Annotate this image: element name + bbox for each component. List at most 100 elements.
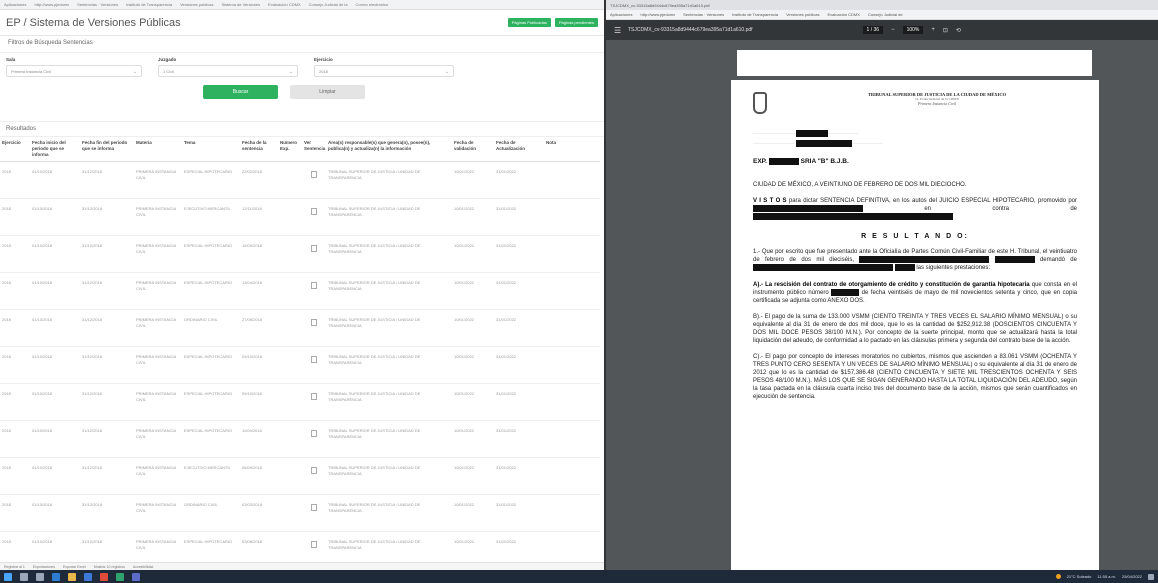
column-header[interactable]: Numero Exp. [278, 137, 302, 162]
document-icon[interactable] [311, 208, 317, 215]
word-icon[interactable] [84, 572, 92, 581]
document-icon[interactable] [311, 245, 317, 252]
bookmark-item[interactable]: Correo electrónico [356, 2, 389, 7]
search-button[interactable]: Buscar [203, 85, 278, 99]
status-item[interactable]: Mostrar 10 registros [94, 565, 125, 569]
column-header[interactable]: Fecha inicio del periodo que se informa [30, 137, 80, 162]
table-cell: 2018 [0, 457, 30, 495]
table-cell: 13/04/2018 [240, 272, 278, 310]
excel-icon[interactable] [116, 572, 124, 581]
table-cell: 2018 [0, 309, 30, 347]
document-icon[interactable] [311, 393, 317, 400]
bookmark-item[interactable]: Aplicaciones [610, 12, 632, 17]
column-header[interactable]: Nota [544, 137, 600, 162]
exp-suffix: SRIA "B" B.J.B. [800, 158, 849, 166]
bookmark-item[interactable]: Versiones publicas [786, 12, 819, 17]
table-cell [278, 161, 302, 199]
table-cell [544, 346, 600, 384]
column-header[interactable]: Fecha de validación [452, 137, 494, 162]
table-cell: 31/01/2022 [494, 161, 544, 199]
document-icon[interactable] [311, 467, 317, 474]
published-pages-button[interactable]: Páginas Publicadas [507, 18, 551, 27]
document-icon[interactable] [311, 356, 317, 363]
juzgado-select[interactable]: 1 Civil ⌄ [158, 65, 298, 77]
table-cell: 10/01/2022 [452, 309, 494, 347]
bookmark-item[interactable]: http://www.pjedomx [34, 2, 69, 7]
bookmark-item[interactable]: Instituto de Transparencia [126, 2, 172, 7]
column-header[interactable]: Fecha de Actualización [494, 137, 544, 162]
column-header[interactable]: Área(s) responsable(s) que genera(n), po… [326, 137, 452, 162]
status-item[interactable]: Registrar al 1 [4, 565, 25, 569]
table-cell: PRIMERA INSTANCIA CIVIL [134, 346, 182, 384]
document-icon[interactable] [311, 171, 317, 178]
filter-ejercicio: Ejercicio 2018 ⌄ [314, 57, 454, 77]
redaction [994, 256, 1035, 264]
file-explorer-icon[interactable] [68, 572, 76, 581]
menu-icon[interactable]: ☰ [614, 26, 628, 35]
teams-icon[interactable] [132, 572, 140, 581]
document-icon[interactable] [311, 319, 317, 326]
table-cell: 01/10/2018 [30, 383, 80, 421]
bookmark-item[interactable]: Sentencias · Versiones [77, 2, 118, 7]
table-row: 2018 01/10/2018 31/12/2018 PRIMERA INSTANCI… [0, 235, 600, 273]
bookmark-item[interactable]: Aplicaciones [4, 2, 26, 7]
zoom-in-icon[interactable]: + [931, 27, 935, 33]
fit-page-icon[interactable]: ⊡ [943, 27, 948, 34]
column-header[interactable]: Ver Sentencia [302, 137, 326, 162]
status-item[interactable]: Exportaciones [33, 565, 55, 569]
search-icon[interactable] [20, 572, 28, 581]
task-view-icon[interactable] [36, 572, 44, 581]
document-icon[interactable] [311, 504, 317, 511]
table-row: 2018 01/10/2018 31/12/2018 PRIMERA INSTANCI… [0, 161, 600, 199]
table-cell: 01/10/2018 [30, 420, 80, 458]
filter-row: Sala Primera Instancia Civil ⌄ Juzgado 1… [0, 53, 604, 77]
rotate-icon[interactable]: ⟲ [956, 27, 961, 34]
bookmark-item[interactable]: Sentencias · Versiones [683, 12, 724, 17]
document-icon[interactable] [311, 430, 317, 437]
column-header[interactable]: Ejercicio [0, 137, 30, 162]
column-header[interactable]: Materia [134, 137, 182, 162]
page-indicator[interactable]: 1 / 36 [862, 26, 884, 34]
table-cell: 2018 [0, 161, 30, 199]
view-sentence-cell [302, 161, 326, 199]
table-cell: 10/01/2022 [452, 235, 494, 273]
zoom-out-icon[interactable]: − [891, 27, 895, 33]
bookmark-item[interactable]: http://www.pjedomx [640, 12, 675, 17]
sala-select[interactable]: Primera Instancia Civil ⌄ [6, 65, 142, 77]
bookmark-item[interactable]: Evaluación CDMX [268, 2, 300, 7]
redaction [859, 256, 990, 264]
table-cell [544, 457, 600, 495]
clock-time[interactable]: 11:55 a.m. [1097, 574, 1116, 579]
table-cell: 31/12/2018 [80, 309, 134, 347]
edge-icon[interactable] [52, 572, 60, 581]
bookmark-item[interactable]: Sistema de Versiones [221, 2, 260, 7]
tab-pdf[interactable]: TSJCDMX_cv-93315a8d9444c679ea395a71d1a61… [610, 3, 710, 8]
column-header[interactable]: Fecha de la sentencia [240, 137, 278, 162]
view-sentence-cell [302, 272, 326, 310]
bookmark-item[interactable]: Evaluación CDMX [827, 12, 859, 17]
clock-date[interactable]: 25/04/2022 [1122, 574, 1142, 579]
table-cell: 10/01/2022 [452, 272, 494, 310]
chevron-down-icon: ⌄ [132, 69, 137, 75]
status-item[interactable]: Accesibilidad [133, 565, 153, 569]
table-cell: 01/10/2018 [30, 272, 80, 310]
zoom-level[interactable]: 100% [902, 26, 924, 34]
bookmark-item[interactable]: Consejo Judicial de [868, 12, 903, 17]
bookmark-item[interactable]: Versiones publicas [180, 2, 213, 7]
column-header[interactable]: Fecha fin del periodo que se informa [80, 137, 134, 162]
bookmark-item[interactable]: Consejo Judicial de la [309, 2, 348, 7]
bookmark-item[interactable]: Instituto de Transparencia [732, 12, 778, 17]
column-header[interactable]: Tema [182, 137, 240, 162]
table-cell [278, 383, 302, 421]
clear-button[interactable]: Limpiar [290, 85, 365, 99]
document-icon[interactable] [311, 282, 317, 289]
ejercicio-select[interactable]: 2018 ⌄ [314, 65, 454, 77]
pending-pages-button[interactable]: Páginas pendientes [554, 18, 598, 27]
notifications-icon[interactable] [1148, 573, 1154, 580]
table-cell: 31/01/2022 [494, 457, 544, 495]
status-item[interactable]: Exportar Excel [63, 565, 86, 569]
chrome-icon[interactable] [100, 572, 108, 581]
windows-start-icon[interactable] [4, 572, 12, 581]
table-cell: 03/03/2018 [240, 494, 278, 532]
document-icon[interactable] [311, 541, 317, 548]
